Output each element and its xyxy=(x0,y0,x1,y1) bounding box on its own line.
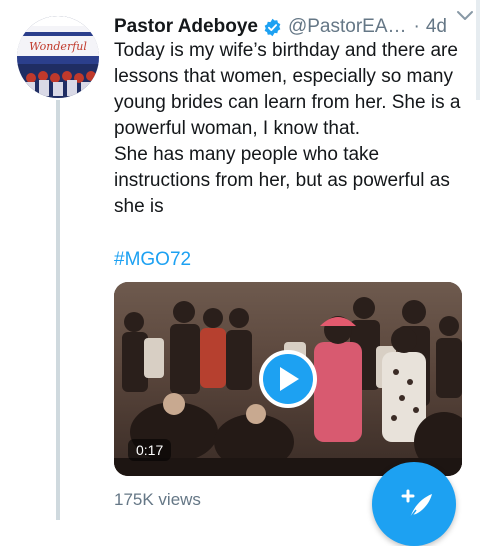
avatar[interactable]: Wonderful xyxy=(17,16,99,98)
tweet-text-paragraph: She has many people who take instruction… xyxy=(114,144,450,217)
chevron-down-icon[interactable] xyxy=(456,9,474,21)
avatar-banner-text: Wonderful xyxy=(29,40,87,53)
tweet-age[interactable]: 4d xyxy=(426,16,447,38)
thread-line xyxy=(56,100,60,520)
play-icon[interactable] xyxy=(259,350,317,408)
compose-tweet-icon xyxy=(401,489,432,519)
scroll-edge xyxy=(476,0,480,100)
view-count: 175K views xyxy=(114,490,201,509)
hashtag-link[interactable]: #MGO72 xyxy=(114,247,191,273)
tweet-text: Today is my wife’s birthday and there ar… xyxy=(114,38,470,220)
compose-tweet-button[interactable] xyxy=(372,462,456,546)
header-separator: · xyxy=(413,16,420,37)
video-player[interactable]: 0:17 xyxy=(114,282,462,476)
verified-badge-icon xyxy=(263,18,282,37)
author-name[interactable]: Pastor Adeboye xyxy=(114,16,258,38)
tweet-text-paragraph: Today is my wife’s birthday and there ar… xyxy=(114,40,461,139)
video-duration: 0:17 xyxy=(128,439,172,461)
author-handle[interactable]: @PastorEA… xyxy=(288,16,407,38)
